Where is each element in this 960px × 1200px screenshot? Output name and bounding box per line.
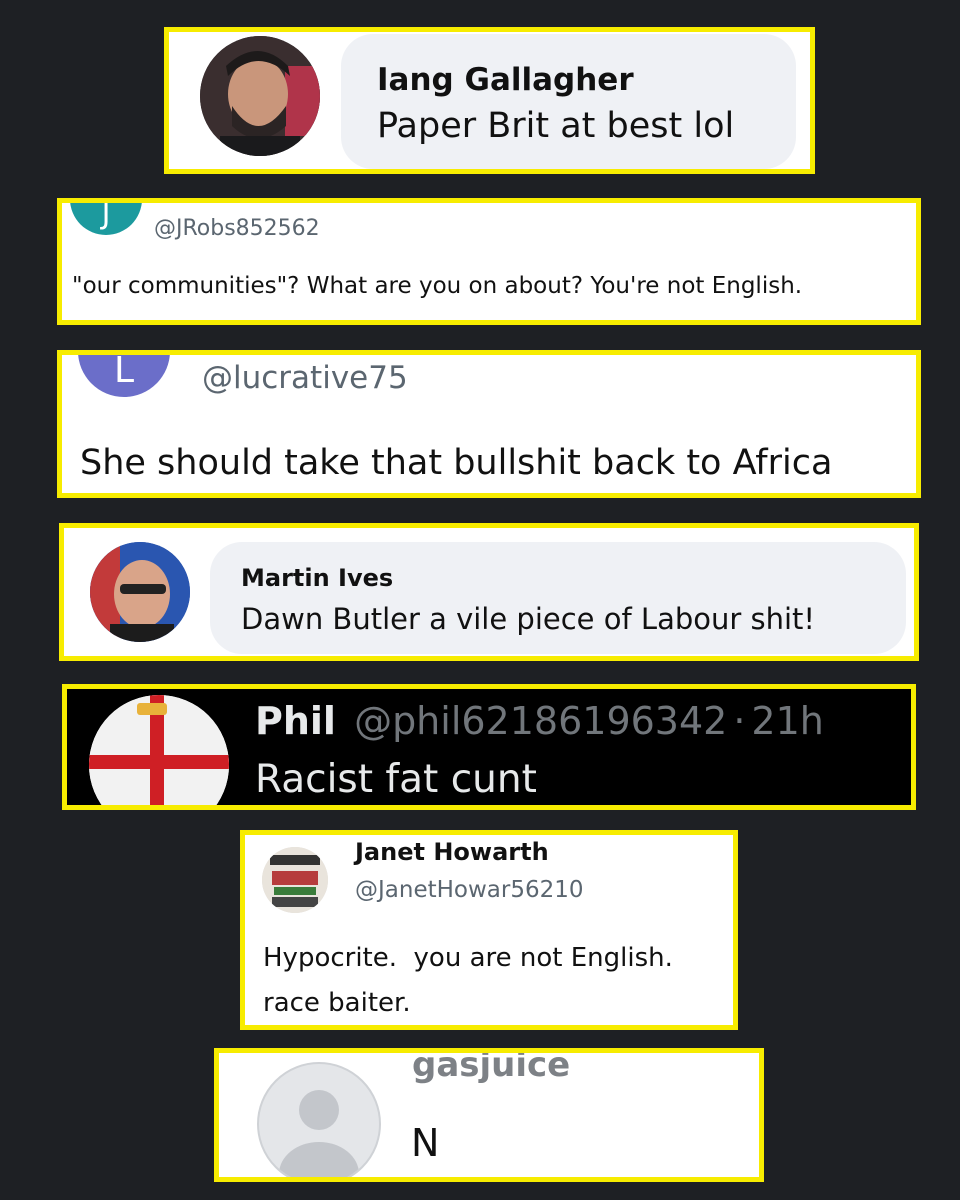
user-handle[interactable]: @phil62186196342 bbox=[354, 699, 727, 743]
avatar-letter: J bbox=[101, 198, 111, 231]
commenter-name[interactable]: Iang Gallagher bbox=[377, 62, 634, 98]
person-photo-icon bbox=[200, 36, 320, 156]
commenter-name[interactable]: Martin Ives bbox=[241, 564, 393, 592]
comment-bubble: Iang Gallagher Paper Brit at best lol bbox=[341, 34, 796, 169]
avatar[interactable] bbox=[89, 695, 229, 805]
comment-card-martin-ives: Martin Ives Dawn Butler a vile piece of … bbox=[59, 523, 919, 661]
display-name[interactable]: Janet Howarth bbox=[355, 838, 549, 866]
user-handle[interactable]: @JRobs852562 bbox=[154, 216, 320, 241]
avatar[interactable]: J bbox=[70, 198, 142, 235]
comment-text: Paper Brit at best lol bbox=[377, 106, 735, 146]
photo-avatar-icon bbox=[262, 847, 328, 913]
comment-card-lucrative75: L @lucrative75 She should take that bull… bbox=[57, 350, 921, 498]
timestamp[interactable]: 21h bbox=[751, 699, 823, 743]
england-flag-avatar-icon bbox=[89, 695, 229, 805]
avatar[interactable] bbox=[257, 1062, 381, 1177]
comment-card-jrobs: J @JRobs852562 "our communities"? What a… bbox=[57, 198, 921, 325]
avatar[interactable]: L bbox=[78, 350, 170, 397]
comment-text-line-2: race baiter. bbox=[263, 988, 411, 1018]
comment-bubble: Martin Ives Dawn Butler a vile piece of … bbox=[210, 542, 906, 654]
comment-text: She should take that bullshit back to Af… bbox=[80, 443, 833, 483]
comment-card-gasjuice: gasjuice N bbox=[214, 1048, 764, 1182]
comment-text: Racist fat cunt bbox=[255, 757, 537, 802]
separator: · bbox=[733, 699, 746, 743]
avatar-letter: L bbox=[113, 350, 135, 391]
display-name[interactable]: gasjuice bbox=[412, 1053, 570, 1085]
avatar[interactable] bbox=[200, 36, 320, 156]
avatar[interactable] bbox=[262, 847, 328, 913]
user-handle[interactable]: @lucrative75 bbox=[202, 360, 408, 396]
person-photo-icon bbox=[90, 542, 190, 642]
comment-text: N bbox=[411, 1121, 440, 1165]
comment-card-janet-howarth: Janet Howarth @JanetHowar56210 Hypocrite… bbox=[240, 830, 738, 1030]
comment-text: Dawn Butler a vile piece of Labour shit! bbox=[241, 602, 816, 636]
user-handle[interactable]: @JanetHowar56210 bbox=[355, 877, 584, 903]
comment-card-iang-gallagher: Iang Gallagher Paper Brit at best lol bbox=[164, 27, 815, 174]
tweet-header: Phil @phil62186196342 · 21h bbox=[255, 699, 824, 743]
display-name[interactable]: Phil bbox=[255, 699, 336, 743]
comment-card-phil: Phil @phil62186196342 · 21h Racist fat cun… bbox=[62, 684, 916, 810]
avatar[interactable] bbox=[90, 542, 190, 642]
user-avatar-placeholder-icon bbox=[279, 1090, 359, 1177]
comment-text-line-1: Hypocrite. you are not English. bbox=[263, 943, 673, 973]
comment-text: "our communities"? What are you on about… bbox=[72, 273, 803, 299]
